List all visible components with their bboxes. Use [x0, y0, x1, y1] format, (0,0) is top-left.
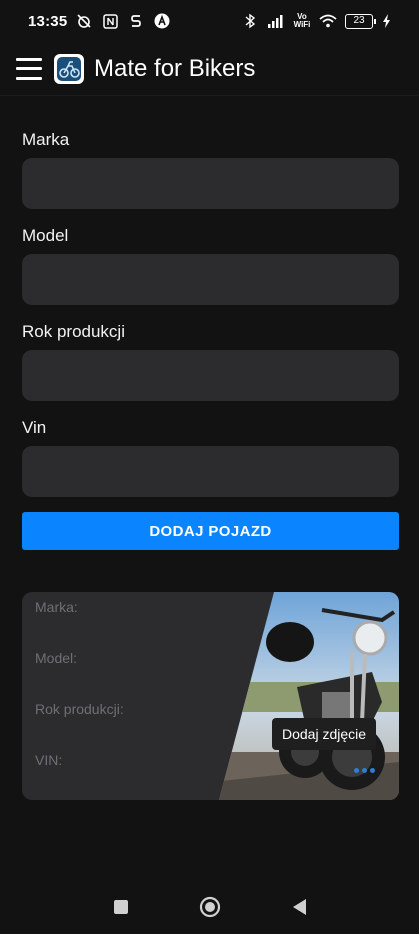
motorcycle-photo — [219, 592, 399, 800]
system-nav-bar — [0, 880, 419, 934]
s-icon — [127, 12, 145, 30]
preview-rok-produkcji: Rok produkcji: — [35, 701, 124, 717]
vehicle-preview-card: Marka: Model: Rok produkcji: VIN: Dodaj … — [22, 592, 399, 800]
rok-produkcji-label: Rok produkcji — [22, 322, 125, 341]
home-circle-icon[interactable] — [199, 896, 221, 918]
preview-marka: Marka: — [35, 599, 78, 615]
alarm-off-icon — [75, 12, 93, 30]
marka-label: Marka — [22, 130, 70, 149]
status-time: 13:35 — [28, 12, 68, 30]
add-vehicle-button[interactable]: DODAJ POJAZD — [22, 512, 399, 550]
vin-input[interactable] — [22, 446, 399, 497]
signal-icon — [267, 12, 285, 30]
app-bar: Mate for Bikers — [0, 42, 419, 96]
add-vehicle-form: Marka Model Rok produkcji Vin — [22, 130, 399, 514]
loading-dots-icon — [354, 768, 375, 773]
rok-produkcji-input[interactable] — [22, 350, 399, 401]
nfc-icon — [101, 12, 119, 30]
bluetooth-icon — [241, 12, 259, 30]
preview-vin: VIN: — [35, 752, 63, 768]
app-logo-icon — [54, 53, 84, 84]
preview-model: Model: — [35, 650, 78, 666]
status-bar: 13:35 Vo WiFi 23 — [0, 0, 419, 42]
status-left: 13:35 — [28, 12, 171, 30]
hamburger-menu-icon[interactable] — [16, 57, 42, 80]
charging-icon — [381, 12, 391, 30]
back-triangle-icon[interactable] — [291, 898, 307, 916]
a-icon — [153, 12, 171, 30]
model-input[interactable] — [22, 254, 399, 305]
vin-label: Vin — [22, 418, 47, 437]
battery-icon: 23 — [345, 13, 376, 29]
vowifi-icon: Vo WiFi — [293, 12, 311, 29]
wifi-icon — [319, 12, 337, 30]
status-right: Vo WiFi 23 — [241, 12, 391, 30]
app-title: Mate for Bikers — [94, 54, 256, 82]
model-label: Model — [22, 226, 69, 245]
recents-square-icon[interactable] — [113, 899, 129, 915]
marka-input[interactable] — [22, 158, 399, 209]
add-photo-button[interactable]: Dodaj zdjęcie — [272, 718, 377, 750]
